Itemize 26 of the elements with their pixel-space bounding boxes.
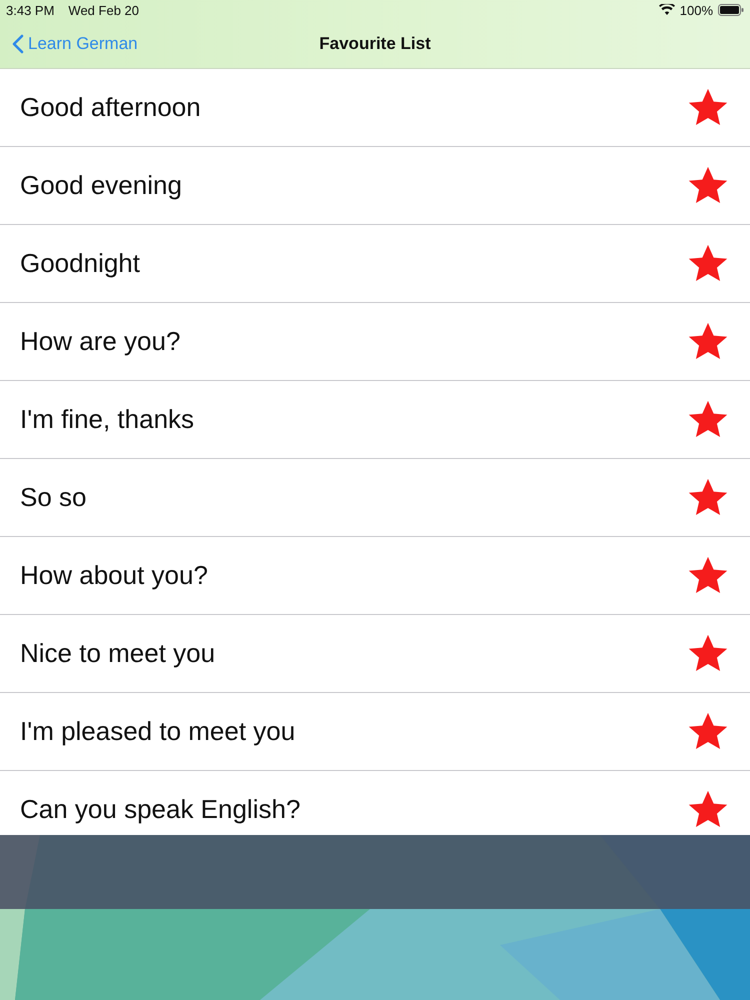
battery-icon — [718, 4, 744, 16]
phrase-row[interactable]: So so — [0, 459, 750, 537]
phrase-text: Good evening — [20, 170, 183, 201]
phrase-row[interactable]: Nice to meet you — [0, 615, 750, 693]
phrase-text: Nice to meet you — [20, 638, 216, 669]
phrase-text: So so — [20, 482, 88, 513]
phrase-row[interactable]: How are you? — [0, 303, 750, 381]
chevron-left-icon — [12, 34, 24, 54]
phrase-row[interactable]: Good afternoon — [0, 69, 750, 147]
phrase-row[interactable]: I'm pleased to meet you — [0, 693, 750, 771]
phrase-text: Can you speak English? — [20, 794, 302, 825]
phrase-text: How about you? — [20, 560, 209, 591]
phrase-row[interactable]: I'm fine, thanks — [0, 381, 750, 459]
phrase-text: I'm pleased to meet you — [20, 716, 296, 747]
phrase-row[interactable]: Good evening — [0, 147, 750, 225]
phrase-text: Good afternoon — [20, 92, 202, 123]
phrase-row[interactable]: Goodnight — [0, 225, 750, 303]
screen-title: Favourite List — [319, 34, 431, 54]
phrase-text: How are you? — [20, 326, 182, 357]
battery-percentage: 100% — [680, 2, 713, 18]
wifi-icon — [658, 4, 675, 16]
phrase-text: Goodnight — [20, 248, 141, 279]
phrase-text: I'm fine, thanks — [20, 404, 196, 435]
phrase-row[interactable]: How about you? — [0, 537, 750, 615]
status-time: 3:43 PM — [6, 2, 54, 18]
status-date: Wed Feb 20 — [68, 2, 140, 18]
